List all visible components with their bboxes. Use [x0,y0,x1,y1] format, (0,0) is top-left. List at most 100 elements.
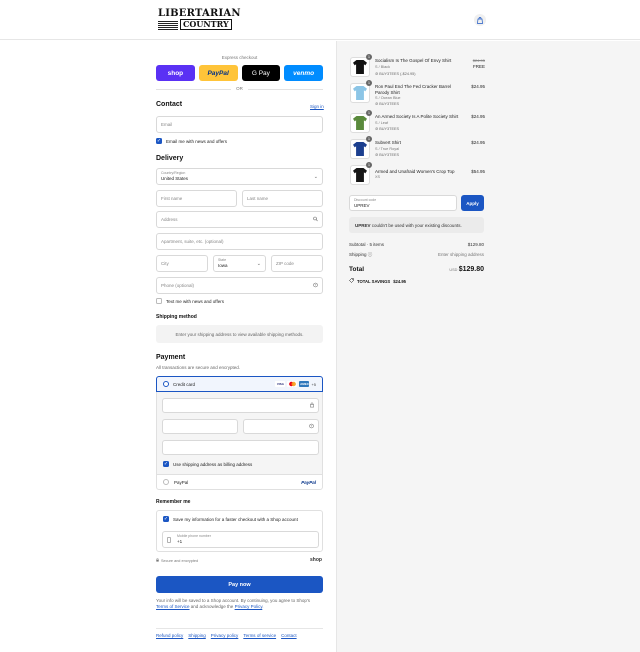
radio-unselected-icon[interactable] [163,479,169,485]
product-thumbnail [350,83,370,103]
or-divider: OR [156,86,323,91]
tshirt-icon [353,142,367,156]
shipping-label: Shipping [349,252,367,257]
discount-code-label: Discount code [354,198,377,202]
lock-icon [156,558,159,563]
email-news-checkbox-row[interactable]: ✓ Email me with news and offers [156,138,227,144]
state-select[interactable]: State Iowa ⌄ [213,255,266,272]
shipping-method-heading: Shipping method [156,314,197,320]
email-field[interactable]: Email [156,116,323,133]
country-select[interactable]: Country/Region United States ⌄ [156,168,323,185]
save-info-checkbox-row[interactable]: ✓ Save my information for a faster check… [163,516,298,522]
terms-of-service-link[interactable]: Terms of service [243,633,276,638]
phone-placeholder: Phone (optional) [161,283,195,288]
first-name-field[interactable]: First name [156,190,237,207]
mobile-phone-value: +1 [177,539,183,544]
product-name: Socialism Is The Gospel Of Envy Shirt [375,58,452,63]
cart-item: 1 Subvert Shirt S / True Royal ⊘ BUY3TEE… [350,136,485,161]
logo-line2: COUNTRY [180,19,232,30]
credit-card-option[interactable]: Credit card VISA AMEX +5 [156,376,323,392]
secure-encrypted-note: Secure and encrypted [156,558,198,563]
tshirt-icon [353,116,367,130]
checkbox-checked-icon[interactable]: ✓ [163,461,169,467]
quantity-badge: 1 [366,80,372,86]
security-code-field[interactable]: ? [243,419,319,434]
apartment-field[interactable]: Apartment, suite, etc. (optional) [156,233,323,250]
apply-discount-button[interactable]: Apply [461,195,484,211]
discount-code-value: UPREV [354,203,370,208]
name-on-card-field[interactable] [162,440,319,455]
total-savings-label: TOTAL SAVINGS [357,278,391,284]
terms-of-service-link[interactable]: Terms of Service [156,604,190,609]
zip-field[interactable]: ZIP code [271,255,323,272]
help-circle-icon[interactable]: ⓘ [368,252,373,257]
amex-icon: AMEX [299,381,310,387]
product-variant: XS [375,175,381,179]
store-logo[interactable]: LIBERTARIAN COUNTRY [158,8,240,32]
contact-heading: Contact [156,101,183,108]
help-circle-icon[interactable]: ? [309,423,314,430]
crop-top-icon [353,168,367,182]
pay-now-button[interactable]: Pay now [156,576,323,593]
header: LIBERTARIAN COUNTRY [0,0,640,40]
radio-selected-icon[interactable] [163,381,169,387]
product-price: $54.95 [471,169,485,175]
mobile-phone-label: Mobile phone number [177,534,211,538]
total-savings-value: $24.95 [393,278,407,284]
discount-code-field[interactable]: Discount code UPREV [349,195,457,211]
privacy-policy-link[interactable]: Privacy Policy [235,604,263,609]
city-placeholder: City [161,261,169,266]
payment-subtitle: All transactions are secure and encrypte… [156,365,241,370]
apartment-placeholder: Apartment, suite, etc. (optional) [161,239,224,244]
paypal-label: PayPal [174,479,189,485]
product-name: Ron Paul End The Fed Cracker Barrel Paro… [375,84,451,95]
google-pay-button[interactable]: G Pay [241,65,281,81]
privacy-policy-link[interactable]: Privacy policy [211,633,239,638]
discount-badge-label: BUY3TEES [379,127,400,131]
checkbox-unchecked-icon[interactable] [156,298,162,304]
shipping-link[interactable]: Shipping [188,633,206,638]
visa-icon: VISA [275,381,286,387]
sign-in-link[interactable]: Sign in [310,104,324,109]
shipping-label-wrap: Shipping ⓘ [349,252,372,258]
paypal-button[interactable]: PayPal [198,65,238,81]
checkbox-checked-icon[interactable]: ✓ [156,138,162,144]
card-number-field[interactable] [162,398,319,413]
venmo-button[interactable]: venmo [284,65,323,81]
phone-field[interactable]: Phone (optional) ? [156,277,323,294]
text-news-label: Text me with news and offers [166,298,224,304]
tshirt-icon [353,86,367,100]
address-field[interactable]: Address [156,211,323,228]
address-placeholder: Address [161,217,178,222]
expiration-field[interactable] [162,419,238,434]
email-placeholder: Email [161,122,173,127]
legal-text-part1: Your info will be saved to a Shop accoun… [156,598,311,603]
city-field[interactable]: City [156,255,208,272]
discount-badge-label: BUY3TEES (-$24.95) [379,72,416,76]
quantity-badge: 1 [366,54,372,60]
last-name-field[interactable]: Last name [242,190,323,207]
product-price: $24.95 [471,84,485,90]
product-thumbnail [350,113,370,133]
cart-item: 1 An Armed Society Is A Polite Society S… [350,110,485,135]
mobile-phone-field[interactable]: Mobile phone number +1 [162,531,319,548]
phone-icon [167,537,171,544]
legal-text-part2: and acknowledge the [190,604,234,609]
text-news-checkbox-row[interactable]: Text me with news and offers [156,298,224,304]
paypal-logo: PayPal [301,479,316,485]
zip-placeholder: ZIP code [276,261,294,266]
product-name: An Armed Society Is A Polite Society Shi… [375,114,459,119]
country-label: Country/Region [161,171,186,175]
billing-address-checkbox-row[interactable]: ✓ Use shipping address as billing addres… [163,461,252,467]
paypal-option[interactable]: PayPal PayPal [156,474,323,490]
contact-link[interactable]: Contact [281,633,297,638]
discount-badge-label: BUY3TEES [379,153,400,157]
state-label: State [218,258,227,262]
shop-pay-button[interactable]: shop [156,65,195,81]
discount-badge: ⊘ BUY3TEES [375,127,400,131]
shopping-bag-icon[interactable] [474,14,486,26]
checkbox-checked-icon[interactable]: ✓ [163,516,169,522]
help-circle-icon[interactable]: ? [313,282,318,289]
chevron-down-icon: ⌄ [313,173,318,180]
refund-policy-link[interactable]: Refund policy [156,633,183,638]
